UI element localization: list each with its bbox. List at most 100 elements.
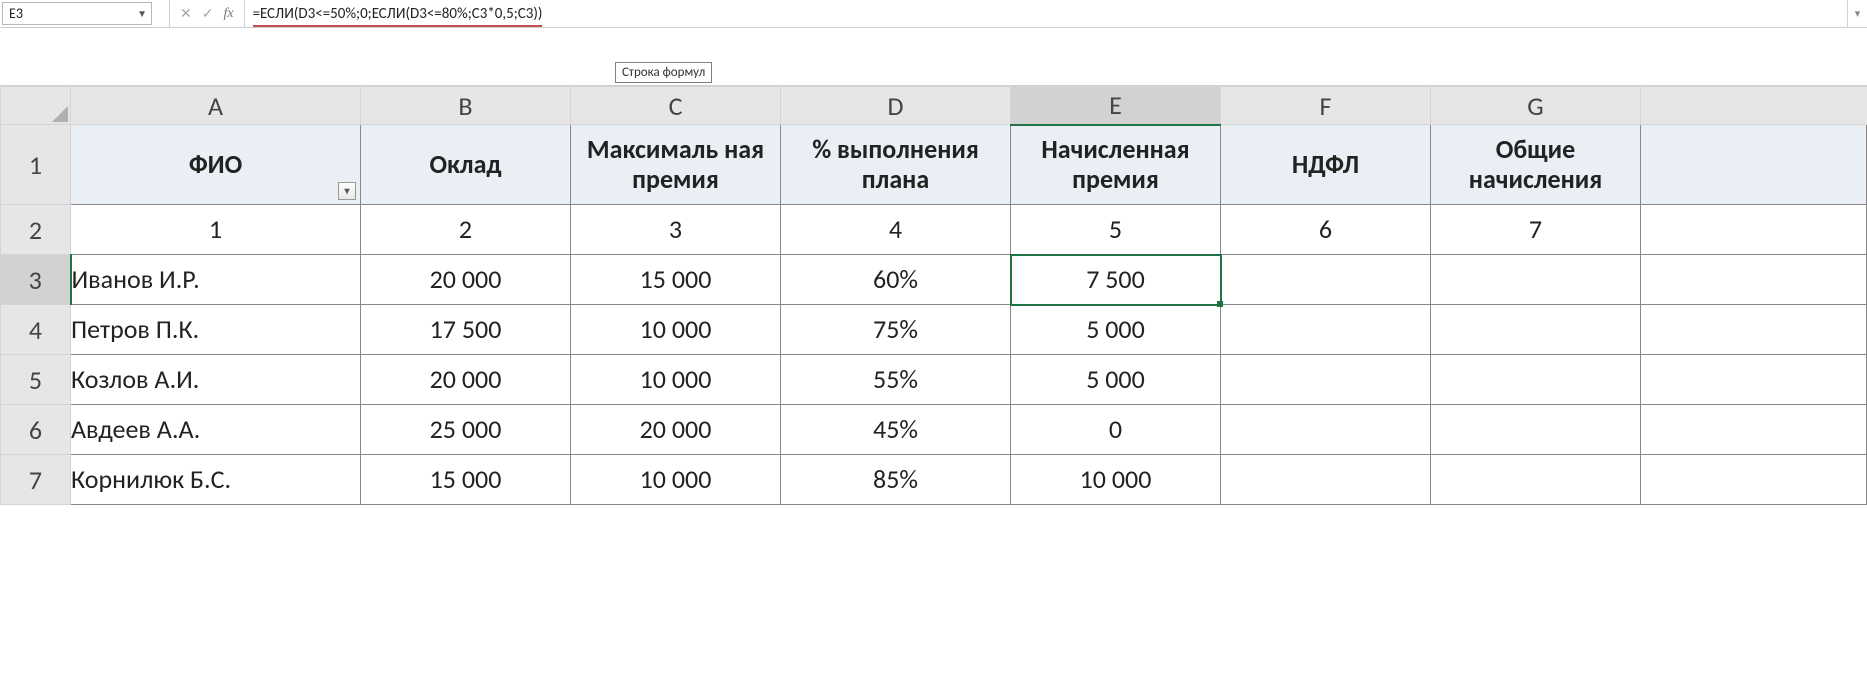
cell-extra-5[interactable]	[1641, 355, 1867, 405]
row-header-1[interactable]: 1	[1, 125, 71, 205]
col-header-D[interactable]: D	[781, 87, 1011, 125]
row-header-3[interactable]: 3	[1, 255, 71, 305]
idx-D[interactable]: 4	[781, 205, 1011, 255]
select-all-corner[interactable]	[1, 87, 71, 125]
cell-C5[interactable]: 10 000	[571, 355, 781, 405]
filter-icon[interactable]: ▾	[338, 182, 356, 200]
formula-underline	[253, 25, 543, 27]
name-box-value: E3	[9, 5, 23, 22]
col-header-C[interactable]: C	[571, 87, 781, 125]
table-row: 5 Козлов А.И. 20 000 10 000 55% 5 000	[1, 355, 1867, 405]
formula-text: =ЕСЛИ(D3<=50%;0;ЕСЛИ(D3<=80%;C3*0,5;C3))	[253, 5, 543, 23]
cell-F7[interactable]	[1221, 455, 1431, 505]
cell-E7[interactable]: 10 000	[1011, 455, 1221, 505]
cancel-icon[interactable]: ✕	[180, 5, 192, 22]
header-total[interactable]: Общие начисления	[1431, 125, 1641, 205]
cell-extra-7[interactable]	[1641, 455, 1867, 505]
cell-B7[interactable]: 15 000	[361, 455, 571, 505]
cell-extra-3[interactable]	[1641, 255, 1867, 305]
cell-G5[interactable]	[1431, 355, 1641, 405]
idx-G[interactable]: 7	[1431, 205, 1641, 255]
table-header-row: 1 ФИО ▾ Оклад Максималь ная премия % вып…	[1, 125, 1867, 205]
cell-D5[interactable]: 55%	[781, 355, 1011, 405]
idx-B[interactable]: 2	[361, 205, 571, 255]
cell-G4[interactable]	[1431, 305, 1641, 355]
idx-A[interactable]: 1	[71, 205, 361, 255]
cell-C7[interactable]: 10 000	[571, 455, 781, 505]
header-fio-label: ФИО	[71, 150, 360, 180]
cell-B3[interactable]: 20 000	[361, 255, 571, 305]
row-header-4[interactable]: 4	[1, 305, 71, 355]
cell-E3[interactable]: 7 500	[1011, 255, 1221, 305]
col-header-F[interactable]: F	[1221, 87, 1431, 125]
row-header-6[interactable]: 6	[1, 405, 71, 455]
cell-D7[interactable]: 85%	[781, 455, 1011, 505]
cell-E5[interactable]: 5 000	[1011, 355, 1221, 405]
cell-A7[interactable]: Корнилюк Б.С.	[71, 455, 361, 505]
cell-E4[interactable]: 5 000	[1011, 305, 1221, 355]
formula-bar-buttons: ✕ ✓ fx	[170, 0, 245, 27]
row-header-5[interactable]: 5	[1, 355, 71, 405]
table-row: 4 Петров П.К. 17 500 10 000 75% 5 000	[1, 305, 1867, 355]
formula-bar-expand-icon[interactable]: ▾	[1847, 0, 1867, 27]
cell-D4[interactable]: 75%	[781, 305, 1011, 355]
col-header-G[interactable]: G	[1431, 87, 1641, 125]
cell-E6[interactable]: 0	[1011, 405, 1221, 455]
cell-A6[interactable]: Авдеев А.А.	[71, 405, 361, 455]
cell-D3[interactable]: 60%	[781, 255, 1011, 305]
formula-bar-row: E3 ▼ ✕ ✓ fx =ЕСЛИ(D3<=50%;0;ЕСЛИ(D3<=80%…	[0, 0, 1867, 28]
cell-A3[interactable]: Иванов И.Р.	[71, 255, 361, 305]
cell-G6[interactable]	[1431, 405, 1641, 455]
col-header-extra[interactable]	[1641, 87, 1867, 125]
name-box-dropdown-icon: ▼	[137, 7, 147, 20]
header-ndfl[interactable]: НДФЛ	[1221, 125, 1431, 205]
col-header-E[interactable]: E	[1011, 87, 1221, 125]
fx-icon[interactable]: fx	[223, 6, 233, 22]
spreadsheet-table: A B C D E F G 1 ФИО ▾ Оклад Максималь на…	[0, 86, 1867, 505]
enter-icon[interactable]: ✓	[202, 5, 214, 22]
sheet-grid[interactable]: A B C D E F G 1 ФИО ▾ Оклад Максималь на…	[0, 86, 1867, 505]
col-header-B[interactable]: B	[361, 87, 571, 125]
table-row: 3 Иванов И.Р. 20 000 15 000 60% 7 500	[1, 255, 1867, 305]
row-header-2[interactable]: 2	[1, 205, 71, 255]
header-fio[interactable]: ФИО ▾	[71, 125, 361, 205]
cell-extra-2[interactable]	[1641, 205, 1867, 255]
cell-G7[interactable]	[1431, 455, 1641, 505]
cell-extra-4[interactable]	[1641, 305, 1867, 355]
formula-bar-separator	[156, 0, 170, 27]
header-premia[interactable]: Начисленная премия	[1011, 125, 1221, 205]
cell-extra-1[interactable]	[1641, 125, 1867, 205]
formula-input[interactable]: =ЕСЛИ(D3<=50%;0;ЕСЛИ(D3<=80%;C3*0,5;C3))	[245, 0, 1847, 27]
ribbon-gap: Строка формул	[0, 28, 1867, 86]
cell-B5[interactable]: 20 000	[361, 355, 571, 405]
cell-D6[interactable]: 45%	[781, 405, 1011, 455]
cell-C6[interactable]: 20 000	[571, 405, 781, 455]
formula-value: =ЕСЛИ(D3<=50%;0;ЕСЛИ(D3<=80%;C3*0,5;C3))	[253, 5, 543, 23]
cell-F3[interactable]	[1221, 255, 1431, 305]
cell-A4[interactable]: Петров П.К.	[71, 305, 361, 355]
header-plan[interactable]: % выполнения плана	[781, 125, 1011, 205]
table-row: 6 Авдеев А.А. 25 000 20 000 45% 0	[1, 405, 1867, 455]
name-box[interactable]: E3 ▼	[2, 2, 152, 25]
column-header-row: A B C D E F G	[1, 87, 1867, 125]
cell-F5[interactable]	[1221, 355, 1431, 405]
cell-B6[interactable]: 25 000	[361, 405, 571, 455]
row-header-7[interactable]: 7	[1, 455, 71, 505]
cell-F4[interactable]	[1221, 305, 1431, 355]
formula-bar-tooltip: Строка формул	[615, 62, 712, 83]
table-index-row: 2 1 2 3 4 5 6 7	[1, 205, 1867, 255]
cell-F6[interactable]	[1221, 405, 1431, 455]
idx-E[interactable]: 5	[1011, 205, 1221, 255]
header-oklad[interactable]: Оклад	[361, 125, 571, 205]
col-header-A[interactable]: A	[71, 87, 361, 125]
cell-C4[interactable]: 10 000	[571, 305, 781, 355]
header-max-premia[interactable]: Максималь ная премия	[571, 125, 781, 205]
idx-F[interactable]: 6	[1221, 205, 1431, 255]
idx-C[interactable]: 3	[571, 205, 781, 255]
cell-extra-6[interactable]	[1641, 405, 1867, 455]
cell-C3[interactable]: 15 000	[571, 255, 781, 305]
cell-A5[interactable]: Козлов А.И.	[71, 355, 361, 405]
table-row: 7 Корнилюк Б.С. 15 000 10 000 85% 10 000	[1, 455, 1867, 505]
cell-B4[interactable]: 17 500	[361, 305, 571, 355]
cell-G3[interactable]	[1431, 255, 1641, 305]
